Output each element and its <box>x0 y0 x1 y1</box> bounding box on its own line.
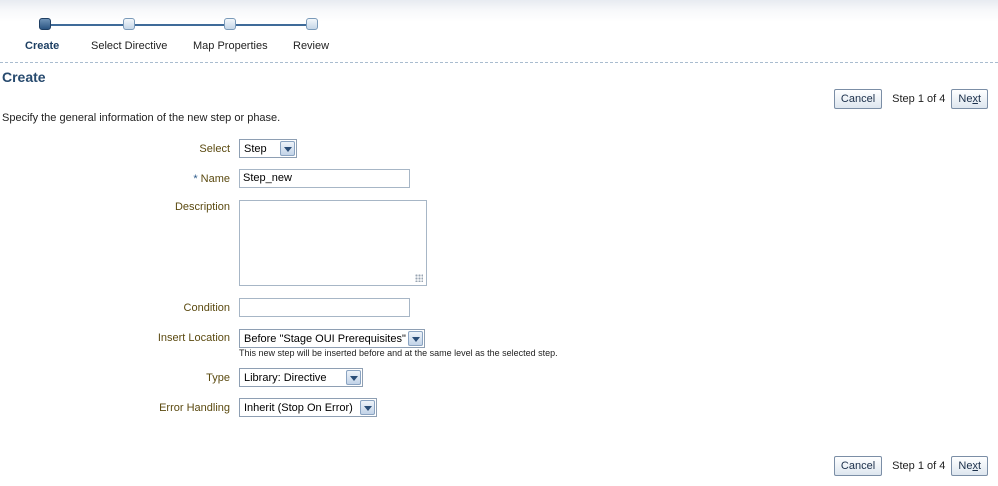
name-label: * Name <box>0 173 230 185</box>
name-label-text: Name <box>200 173 230 185</box>
next-label-part: Ne <box>958 93 973 105</box>
name-input[interactable]: Step_new <box>239 169 410 188</box>
description-label: Description <box>174 201 230 213</box>
chevron-down-icon[interactable] <box>360 400 375 415</box>
select-dropdown[interactable]: Step <box>239 139 297 158</box>
description-textarea[interactable] <box>239 200 427 286</box>
train-stop-icon[interactable] <box>224 18 236 30</box>
train-step-map-properties[interactable]: Map Properties <box>193 40 268 52</box>
next-label-part: Ne <box>958 460 973 472</box>
type-value: Library: Directive <box>244 371 327 384</box>
insert-location-value: Before "Stage OUI Prerequisites" <box>244 332 406 345</box>
cancel-button[interactable]: Cancel <box>833 456 883 476</box>
process-train: Create Select Directive Map Properties R… <box>0 14 400 60</box>
select-value: Step <box>244 142 267 155</box>
chevron-down-icon[interactable] <box>408 331 423 346</box>
train-step-create: Create <box>25 40 60 52</box>
page-title: Create <box>2 69 46 85</box>
insert-location-hint: This new step will be inserted before an… <box>239 348 558 358</box>
next-label-part: t <box>977 93 981 105</box>
condition-input[interactable] <box>239 298 410 317</box>
cancel-button[interactable]: Cancel <box>833 89 883 109</box>
train-stop-icon[interactable] <box>123 18 135 30</box>
type-label: Type <box>206 372 230 384</box>
error-handling-value: Inherit (Stop On Error) <box>244 401 353 414</box>
step-indicator: Step 1 of 4 <box>892 460 946 472</box>
insert-location-dropdown[interactable]: Before "Stage OUI Prerequisites" <box>239 329 425 348</box>
resize-grip-icon[interactable] <box>415 274 423 282</box>
header-divider <box>0 62 998 63</box>
next-button[interactable]: Next <box>951 456 988 476</box>
insert-location-label: Insert Location <box>157 332 230 344</box>
train-stop-icon <box>39 18 51 30</box>
train-step-review[interactable]: Review <box>293 40 329 52</box>
top-button-bar: Cancel Step 1 of 4 Next <box>833 89 988 109</box>
step-indicator: Step 1 of 4 <box>892 93 946 105</box>
required-marker: * <box>193 173 198 185</box>
chevron-down-icon[interactable] <box>280 141 295 156</box>
instruction-text: Specify the general information of the n… <box>2 112 281 124</box>
train-connector <box>45 24 312 26</box>
type-dropdown[interactable]: Library: Directive <box>239 368 363 387</box>
bottom-button-bar: Cancel Step 1 of 4 Next <box>833 456 988 476</box>
train-step-select-directive[interactable]: Select Directive <box>91 40 167 52</box>
error-handling-dropdown[interactable]: Inherit (Stop On Error) <box>239 398 377 417</box>
condition-label: Condition <box>183 302 230 314</box>
next-button[interactable]: Next <box>951 89 988 109</box>
select-label: Select <box>199 143 230 155</box>
chevron-down-icon[interactable] <box>346 370 361 385</box>
next-label-part: t <box>977 460 981 472</box>
error-handling-label: Error Handling <box>159 402 230 414</box>
train-stop-icon[interactable] <box>306 18 318 30</box>
